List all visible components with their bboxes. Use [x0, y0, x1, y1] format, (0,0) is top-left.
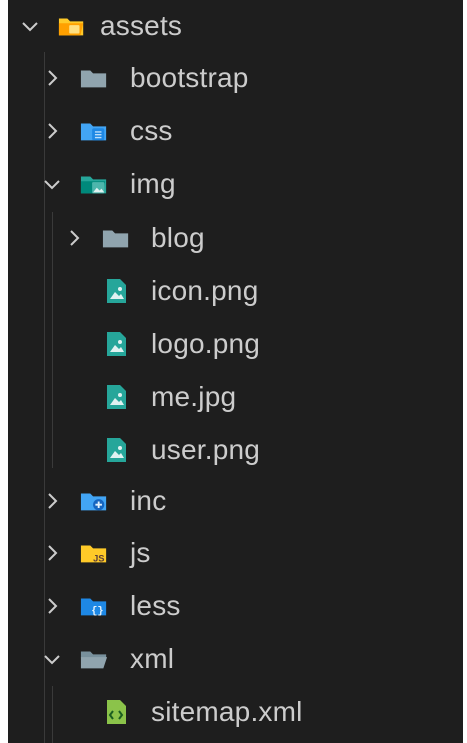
tree-item-bootstrap[interactable]: bootstrap [8, 52, 463, 104]
folder-images-open-icon [80, 172, 108, 196]
tree-item-img[interactable]: img [8, 158, 463, 210]
tree-item-assets[interactable]: assets [8, 0, 463, 52]
image-file-icon [102, 438, 130, 462]
svg-text:{}: {} [91, 605, 103, 617]
chevron-right-icon[interactable] [40, 119, 64, 143]
tree-item-label: xml [130, 643, 175, 674]
chevron-down-icon[interactable] [40, 172, 64, 196]
folder-javascript-icon: JS [80, 541, 108, 565]
tree-item-label: less [130, 590, 181, 621]
tree-item-label: js [130, 537, 151, 568]
xml-file-icon [102, 700, 130, 724]
tree-item-label: sitemap.xml [151, 696, 303, 727]
tree-item-label: user.png [151, 434, 261, 465]
folder-less-icon: {} [80, 594, 108, 618]
image-file-icon [102, 279, 130, 303]
tree-item-label: me.jpg [151, 381, 237, 412]
svg-text:JS: JS [93, 553, 104, 563]
chevron-down-icon[interactable] [40, 647, 64, 671]
file-explorer-tree: assets bootstrap css img blog icon.png l… [8, 0, 463, 743]
image-file-icon [102, 332, 130, 356]
tree-item-sitemap-xml[interactable]: sitemap.xml [8, 686, 463, 738]
chevron-right-icon[interactable] [40, 489, 64, 513]
tree-item-label: icon.png [151, 275, 259, 306]
tree-item-label: img [130, 168, 176, 199]
chevron-right-icon[interactable] [40, 66, 64, 90]
folder-assets-open-icon [58, 14, 86, 38]
tree-item-inc[interactable]: inc [8, 475, 463, 527]
folder-open-icon [80, 647, 108, 671]
tree-item-label: css [130, 115, 173, 146]
tree-item-label: bootstrap [130, 62, 249, 93]
tree-item-css[interactable]: css [8, 105, 463, 157]
folder-css-icon [80, 119, 108, 143]
tree-item-icon-png[interactable]: icon.png [8, 265, 463, 317]
chevron-right-icon[interactable] [62, 226, 86, 250]
tree-item-js[interactable]: JS js [8, 527, 463, 579]
tree-item-label: blog [151, 222, 205, 253]
tree-item-label: inc [130, 485, 167, 516]
folder-include-icon [80, 489, 108, 513]
tree-item-me-jpg[interactable]: me.jpg [8, 371, 463, 423]
tree-item-user-png[interactable]: user.png [8, 424, 463, 476]
chevron-right-icon[interactable] [40, 541, 64, 565]
image-file-icon [102, 385, 130, 409]
chevron-down-icon[interactable] [18, 14, 42, 38]
chevron-right-icon[interactable] [40, 594, 64, 618]
tree-item-logo-png[interactable]: logo.png [8, 318, 463, 370]
folder-icon [80, 66, 108, 90]
tree-item-blog[interactable]: blog [8, 212, 463, 264]
folder-icon [102, 226, 130, 250]
tree-item-xml[interactable]: xml [8, 633, 463, 685]
tree-item-label: assets [100, 10, 183, 41]
tree-item-label: logo.png [151, 328, 261, 359]
tree-item-less[interactable]: {} less [8, 580, 463, 632]
